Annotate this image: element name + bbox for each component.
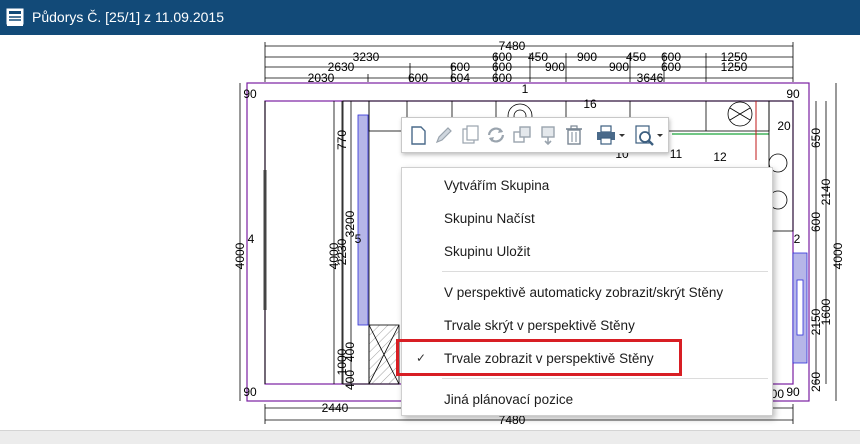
menu-item-label: Jiná plánovací pozice	[444, 392, 574, 407]
menu-item-label: Vytvářím Skupina	[444, 178, 550, 193]
dim-label: 900	[609, 60, 629, 74]
dim-label: 4000	[831, 242, 845, 269]
wall-label: 1	[522, 82, 529, 96]
status-bar	[0, 430, 860, 444]
dim-label: 900	[545, 60, 565, 74]
dim-label: 1250	[721, 60, 748, 74]
dim-label: 400	[343, 370, 357, 390]
cabinet-label: 16	[583, 97, 597, 111]
menu-item-create-group[interactable]: Vytvářím Skupina	[402, 172, 772, 200]
dim-label: 600	[809, 212, 823, 232]
corner-label: 90	[243, 87, 257, 101]
cabinet-label: 12	[713, 150, 727, 164]
dim-label: 770	[335, 130, 349, 150]
wall-label: 5	[355, 232, 362, 246]
menu-item-save-group[interactable]: Skupinu Uložit	[402, 238, 772, 266]
menu-item-label: Skupinu Načíst	[444, 211, 535, 226]
dim-label: 400	[343, 342, 357, 362]
edit-icon[interactable]	[432, 123, 456, 147]
menu-separator	[442, 378, 768, 379]
dim-label: 2440	[322, 401, 349, 415]
dim-label: 1600	[819, 298, 833, 325]
dim-label: 3230	[353, 50, 380, 64]
dim-label: 900	[577, 50, 597, 64]
corner-label: 90	[786, 385, 800, 399]
new-icon[interactable]	[406, 123, 430, 147]
preview-dropdown-icon[interactable]	[656, 123, 666, 147]
preview-icon[interactable]	[632, 123, 656, 147]
corner-label: 90	[243, 385, 257, 399]
menu-item-auto-walls[interactable]: V perspektivě automaticky zobrazit/skrýt…	[402, 279, 772, 307]
floorplan-document-icon	[6, 8, 24, 26]
annotation-highlight-box	[396, 339, 682, 376]
dim-label: 2140	[819, 178, 833, 205]
move-icon[interactable]	[536, 123, 560, 147]
dim-label: 600	[661, 60, 681, 74]
rotate-icon[interactable]	[484, 123, 508, 147]
print-dropdown-icon[interactable]	[618, 123, 628, 147]
dim-label: 2230	[335, 238, 349, 265]
menu-item-other-position[interactable]: Jiná plánovací pozice	[402, 386, 772, 414]
wall-label: 4	[248, 232, 255, 246]
dim-label: 260	[809, 372, 823, 392]
menu-separator	[442, 271, 768, 272]
floating-toolbar	[401, 117, 669, 153]
print-icon[interactable]	[594, 123, 618, 147]
wall-label: 2	[794, 232, 801, 246]
corner-label: 90	[786, 87, 800, 101]
context-menu: Vytvářím Skupina Skupinu Načíst Skupinu …	[401, 167, 773, 416]
window-title: Půdorys Č. [25/1] z 11.09.2015	[32, 9, 224, 25]
menu-item-hide-walls[interactable]: Trvale skrýt v perspektivě Stěny	[402, 312, 772, 340]
right-cabinets[interactable]	[768, 100, 808, 364]
dim-label: 4000	[233, 242, 247, 269]
menu-item-label: Trvale skrýt v perspektivě Stěny	[444, 318, 635, 333]
title-bar: Půdorys Č. [25/1] z 11.09.2015	[0, 0, 860, 35]
copy-icon[interactable]	[458, 123, 482, 147]
duplicate-icon[interactable]	[510, 123, 534, 147]
menu-item-label: V perspektivě automaticky zobrazit/skrýt…	[444, 285, 724, 300]
menu-item-label: Skupinu Uložit	[444, 244, 531, 259]
dim-label: 20	[777, 119, 791, 133]
dim-label: 650	[809, 128, 823, 148]
delete-icon[interactable]	[562, 123, 586, 147]
dim-label: 450	[626, 50, 646, 64]
menu-item-load-group[interactable]: Skupinu Načíst	[402, 205, 772, 233]
cabinet-label: 11	[670, 147, 683, 161]
